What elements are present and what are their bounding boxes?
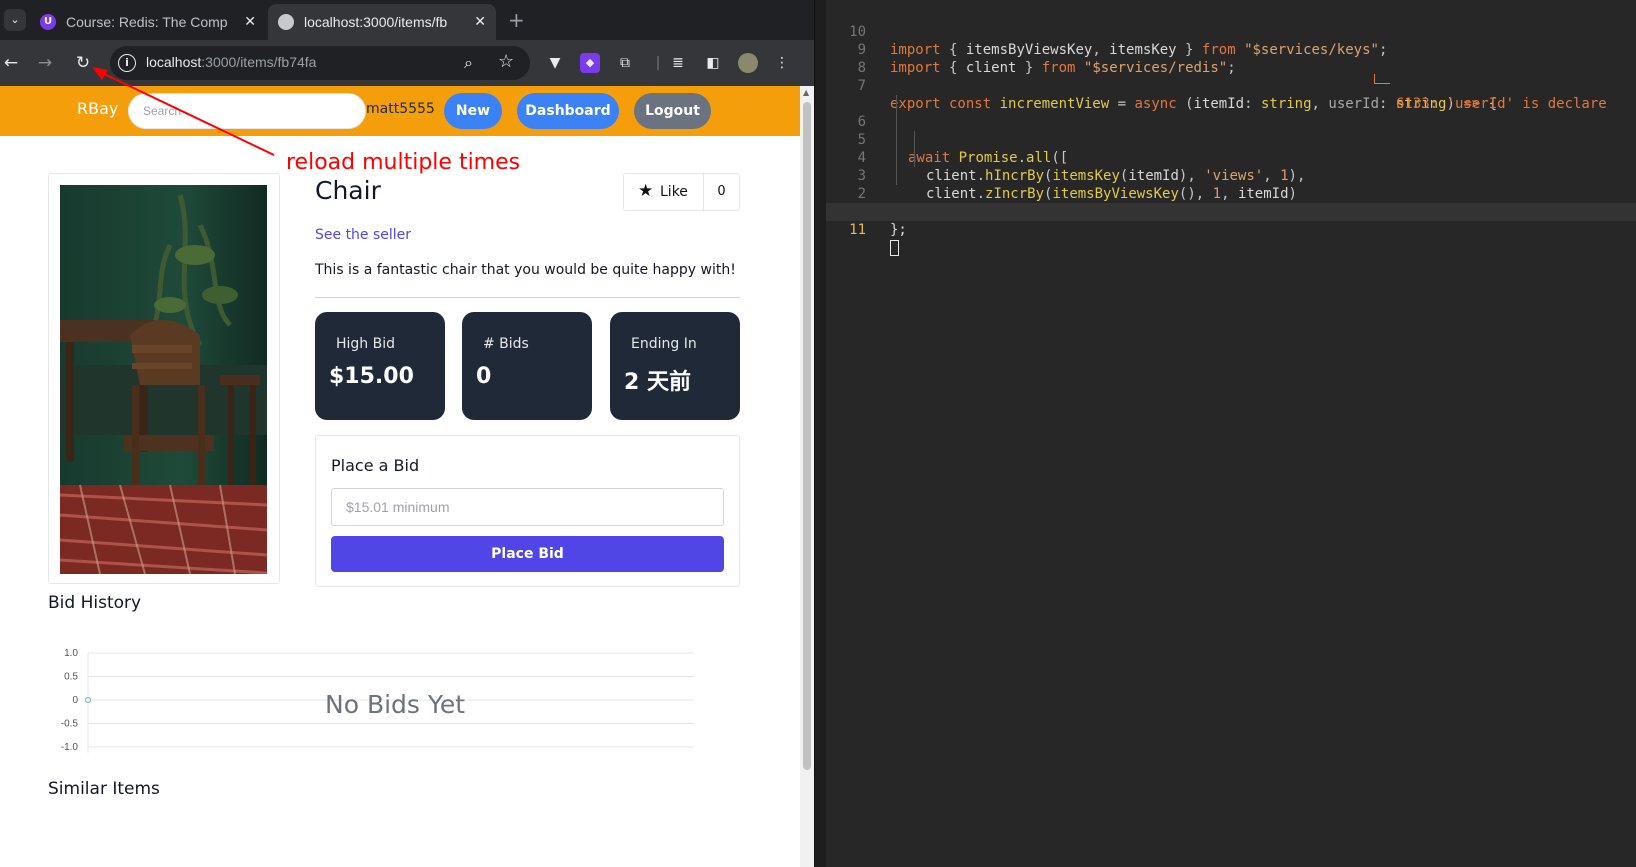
reload-icon[interactable]: ↻ [72,52,94,74]
code-line[interactable]: 6 [826,95,1636,130]
scroll-up-icon[interactable]: ▲ [803,88,809,97]
code-line[interactable]: 8 [826,41,1636,76]
similar-items-title: Similar Items [48,779,160,799]
tab-localhost[interactable]: localhost:3000/items/fb ✕ [268,4,496,40]
bid-amount-input[interactable] [331,488,724,526]
stat-ending-in: Ending In 2 天前 [610,312,740,420]
tab-title: Course: Redis: The Comp [66,14,228,30]
url-text[interactable]: localhost:3000/items/fb74fa [146,54,316,70]
code-line[interactable]: 4 client.hIncrBy(itemsKey(itemId), 'view… [826,131,1636,184]
stat-bid-count: # Bids 0 [462,312,592,420]
stat-value: 0 [476,364,492,389]
new-button[interactable]: New [444,93,502,129]
stat-high-bid: High Bid $15.00 [315,312,445,420]
code-line[interactable]: 3 client.zIncrBy(itemsByViewsKey(), 1, i… [826,149,1636,202]
extension-purple-icon[interactable]: ◆ [580,53,600,73]
screen: ⌄ U Course: Redis: The Comp ✕ localhost:… [0,0,1636,867]
media-controls-icon[interactable]: ≣ [668,53,688,73]
udemy-favicon-icon: U [40,14,56,30]
search-input[interactable] [128,93,366,129]
stat-value: 2 天前 [624,370,691,395]
split-divider[interactable] [814,0,826,867]
star-icon: ★ [638,181,654,201]
item-title: Chair [315,176,381,205]
scrollbar-thumb[interactable] [803,102,811,770]
see-seller-link[interactable]: See the seller [315,227,411,243]
close-icon[interactable]: ✕ [474,14,486,30]
diagnostic-bracket [1374,83,1390,84]
indent-guide [914,131,915,167]
browser-window: ⌄ U Course: Redis: The Comp ✕ localhost:… [0,0,814,867]
browser-toolbar: ← → ↻ i localhost:3000/items/fb74fa ⌕ ☆ … [0,40,814,86]
tab-search-chevron-icon[interactable]: ⌄ [4,9,26,31]
bid-history-title: Bid History [48,593,142,613]
app-navbar: RBay matt5555 New Dashboard Logout [0,86,800,136]
dashboard-button[interactable]: Dashboard [517,93,619,129]
code-line[interactable]: 5 await Promise.all([ [826,113,1636,166]
code-line[interactable]: 7 export const incrementView = async (it… [826,59,1636,112]
like-count: 0 [717,184,726,199]
item-description: This is a fantastic chair that you would… [315,262,736,278]
annotation-label: reload multiple times [286,150,521,175]
item-image-card [48,173,280,584]
code-line[interactable]: 9 import { client } from "$services/redi… [826,23,1636,76]
side-panel-icon[interactable]: ◧ [703,53,723,73]
zoom-icon[interactable]: ⌕ [464,53,473,73]
divider [315,297,740,298]
place-bid-card: Place a Bid Place Bid [315,435,740,587]
logout-button[interactable]: Logout [634,93,711,129]
y-tick-label: -1.0 [61,742,79,753]
vue-devtools-extension-icon[interactable]: ▼ [545,53,565,73]
stat-label: # Bids [483,336,529,352]
code-editor[interactable]: 10 import { itemsByViewsKey, itemsKey } … [826,0,1636,867]
like-toggle[interactable]: ★ Like [624,174,704,210]
browser-menu-icon[interactable]: ⋮ [772,53,792,73]
item-photo [60,185,267,574]
stat-label: High Bid [336,336,396,352]
page-scrollbar[interactable]: ▲ [800,86,814,867]
tab-redis-course[interactable]: U Course: Redis: The Comp ✕ [30,4,266,40]
indent-guide [896,95,897,185]
new-tab-button[interactable]: + [508,8,525,32]
y-tick-label: 0.5 [64,672,78,683]
current-code-line[interactable]: 11 [826,203,1636,256]
code-line[interactable]: 10 import { itemsByViewsKey, itemsKey } … [826,5,1636,58]
diagnostic-bracket [1374,74,1375,83]
code-text: }; [890,222,907,238]
forward-arrow-icon[interactable]: → [34,52,56,74]
tab-title: localhost:3000/items/fb [304,14,448,30]
extensions-puzzle-icon[interactable]: ⧉ [615,53,635,73]
globe-favicon-icon [278,14,294,30]
code-line[interactable]: 2 ]) [826,167,1636,220]
place-bid-button[interactable]: Place Bid [331,536,724,572]
brand-logo[interactable]: RBay [77,99,118,118]
like-label: Like [660,184,688,200]
profile-avatar[interactable] [738,53,758,73]
diagnostic-line: 6133: 'userId' is declare [826,77,1636,112]
y-tick-label: -0.5 [61,719,79,730]
bookmark-star-icon[interactable]: ☆ [498,51,514,72]
tab-strip: ⌄ U Course: Redis: The Comp ✕ localhost:… [0,0,814,40]
like-button[interactable]: ★ Like 0 [623,173,740,211]
page-viewport: RBay matt5555 New Dashboard Logout [0,86,800,867]
address-bar[interactable]: i localhost:3000/items/fb74fa ⌕ ☆ [110,46,530,80]
code-line[interactable]: 1 }; [826,185,1636,238]
y-tick-label: 1.0 [64,648,78,659]
y-tick-label: 0 [72,695,78,706]
place-bid-title: Place a Bid [331,456,420,475]
text-cursor [890,239,899,257]
back-arrow-icon[interactable]: ← [0,52,22,74]
no-bids-message: No Bids Yet [325,690,466,719]
site-info-icon[interactable]: i [118,54,136,72]
stat-value: $15.00 [329,364,414,389]
toolbar-divider: | [655,55,661,71]
close-icon[interactable]: ✕ [244,14,256,30]
username: matt5555 [366,101,435,117]
stat-label: Ending In [631,336,697,352]
